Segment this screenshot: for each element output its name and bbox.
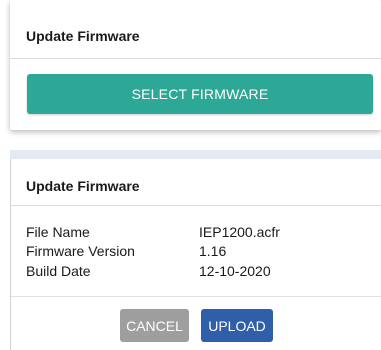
cancel-button[interactable]: CANCEL <box>120 309 189 342</box>
select-firmware-card: Update Firmware SELECT FIRMWARE <box>10 0 381 130</box>
firmware-details-panel: Update Firmware File Name IEP1200.acfr F… <box>10 159 381 350</box>
build-date-label: Build Date <box>26 263 91 279</box>
build-date-value: 12-10-2020 <box>199 263 271 279</box>
select-card-divider <box>10 58 381 59</box>
select-firmware-button[interactable]: SELECT FIRMWARE <box>27 74 373 114</box>
section-separator <box>10 150 381 159</box>
details-panel-divider <box>10 205 381 206</box>
file-name-label: File Name <box>26 224 90 240</box>
upload-button[interactable]: UPLOAD <box>201 309 273 342</box>
details-panel-title: Update Firmware <box>26 178 140 194</box>
file-name-value: IEP1200.acfr <box>199 224 280 240</box>
select-card-title: Update Firmware <box>26 28 140 44</box>
actions-divider <box>10 296 381 297</box>
firmware-version-label: Firmware Version <box>26 243 135 259</box>
panel-left-border <box>10 159 11 350</box>
firmware-version-value: 1.16 <box>199 243 227 259</box>
